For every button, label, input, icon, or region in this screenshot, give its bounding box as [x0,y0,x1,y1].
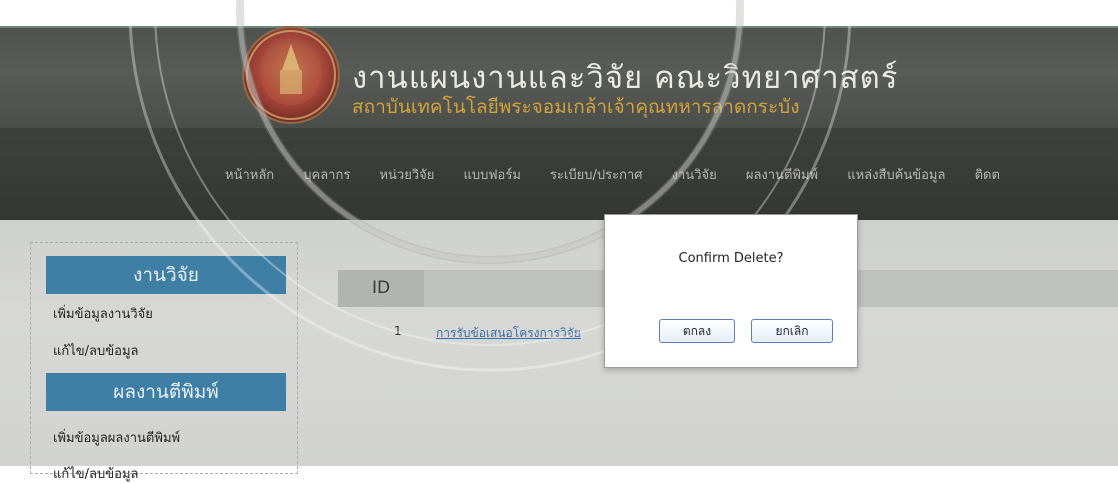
nav-forms[interactable]: แบบฟอร์ม [463,164,520,185]
dialog-message: Confirm Delete? [678,251,784,266]
sidebar-link-add-research[interactable]: เพิ่มข้อมูลงานวิจัย [53,303,153,324]
table-row-title-link[interactable]: การรับข้อเสนอโครงการวิจัย [436,324,606,343]
nav-personnel[interactable]: บุคลากร [303,164,350,185]
nav-contact[interactable]: ติดต [975,164,1000,185]
nav-regulations[interactable]: ระเบียบ/ประกาศ [550,164,643,185]
nav-data-sources[interactable]: แหล่งสืบค้นข้อมูล [847,164,945,185]
nav-research[interactable]: งานวิจัย [672,164,717,185]
site-subtitle: สถาบันเทคโนโลยีพระจอมเกล้าเจ้าคุณทหารลาด… [352,96,800,118]
column-header-id: ID [338,270,424,307]
confirm-delete-dialog: Confirm Delete? ตกลง ยกเลิก [604,214,858,368]
admin-sidebar: งานวิจัย เพิ่มข้อมูลงานวิจัย แก้ไข/ลบข้อ… [30,242,298,482]
sidebar-link-edit-publication[interactable]: แก้ไข/ลบข้อมูล [53,463,139,484]
header-divider [0,26,1118,28]
sidebar-link-edit-research[interactable]: แก้ไข/ลบข้อมูล [53,340,139,361]
main-navigation: หน้าหลัก บุคลากร หน่วยวิจัย แบบฟอร์ม ระเ… [0,128,1118,220]
nav-home[interactable]: หน้าหลัก [225,164,274,185]
ok-button[interactable]: ตกลง [659,319,735,343]
sidebar-header-research: งานวิจัย [46,256,286,294]
nav-publications[interactable]: ผลงานตีพิมพ์ [746,164,818,185]
nav-research-units[interactable]: หน่วยวิจัย [379,164,434,185]
institution-seal-logo [242,26,340,124]
sidebar-link-add-publication[interactable]: เพิ่มข้อมูลผลงานตีพิมพ์ [53,427,180,448]
table-cell-id: 1 [394,324,402,338]
main-content: งานวิจัย เพิ่มข้อมูลงานวิจัย แก้ไข/ลบข้อ… [0,220,1118,482]
sidebar-header-publications: ผลงานตีพิมพ์ [46,373,286,411]
cancel-button[interactable]: ยกเลิก [751,319,833,343]
page-margin [0,0,1118,26]
site-header: งานแผนงานและวิจัย คณะวิทยาศาสตร์ สถาบันเ… [0,26,1118,128]
